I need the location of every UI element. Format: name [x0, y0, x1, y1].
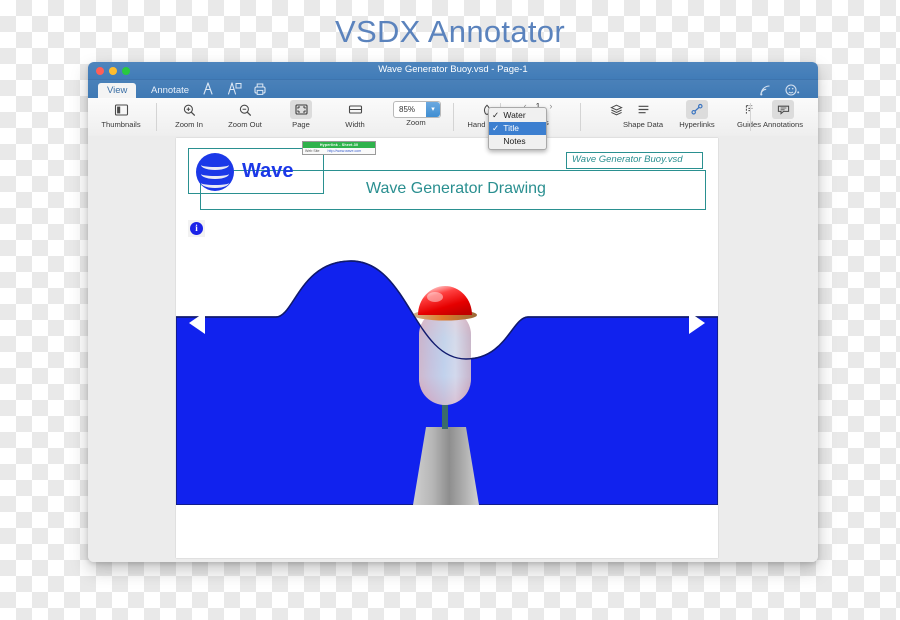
tab-strip: View Annotate: [88, 80, 818, 98]
toolbar-fit-page[interactable]: Page: [274, 100, 328, 129]
window-titlebar: Wave Generator Buoy.vsd - Page-1: [88, 62, 818, 80]
toolbar-zoom-out-label: Zoom Out: [228, 120, 262, 129]
toolbar-zoom-in-label: Zoom In: [175, 120, 203, 129]
screenshot-root: VSDX Annotator Wave Generator Buoy.vsd -…: [0, 0, 900, 620]
print-icon[interactable]: [252, 82, 268, 96]
toolbar-annotations-label: Annotations: [762, 120, 804, 129]
next-arrow-button[interactable]: [689, 312, 705, 334]
annotations-icon: [772, 100, 794, 119]
emoji-icon[interactable]: [784, 83, 800, 97]
export-pdf-annotations-icon[interactable]: [226, 82, 242, 96]
main-toolbar: Thumbnails Zoom In Zoom Out Page Width 8…: [88, 98, 818, 138]
layers-dropdown-menu[interactable]: ✓ Water ✓ Title Notes: [488, 107, 547, 150]
hyperlink-tooltip-body: Web Site http://www.wave.com: [303, 148, 375, 154]
toolbar-separator: [750, 103, 751, 131]
document-page[interactable]: Wave Wave Generator Drawing Wave Generat…: [176, 138, 718, 558]
toolbar-hyperlinks[interactable]: Hyperlinks: [670, 100, 724, 129]
zoom-input[interactable]: 85% ▾: [393, 101, 441, 118]
application-window: Wave Generator Buoy.vsd - Page-1 View An…: [88, 62, 818, 562]
toolbar-zoom-in[interactable]: Zoom In: [162, 100, 216, 129]
zoom-in-icon: [162, 100, 216, 119]
buoy-dome-highlight: [427, 292, 443, 302]
toolbar-zoom-group: Zoom: [389, 117, 443, 127]
menu-item-water[interactable]: ✓ Water: [489, 109, 546, 122]
menu-item-title[interactable]: ✓ Title: [489, 122, 546, 135]
drawing-title: Wave Generator Drawing: [366, 180, 546, 197]
toolbar-fit-width-label: Width: [345, 120, 365, 129]
menu-item-notes[interactable]: Notes: [489, 135, 546, 148]
logo-wave-line: [201, 178, 229, 188]
toolbar-separator: [453, 103, 454, 131]
info-icon[interactable]: i: [188, 220, 205, 237]
toolbar-shape-data[interactable]: Shape Data: [616, 100, 670, 129]
toolbar-annotations[interactable]: Annotations: [756, 100, 810, 129]
check-icon: ✓: [492, 123, 500, 133]
info-glyph: i: [190, 222, 203, 235]
hyperlink-tooltip-url: http://www.wave.com: [327, 149, 362, 153]
menu-item-notes-label: Notes: [503, 136, 526, 146]
tab-view[interactable]: View: [98, 83, 137, 98]
export-pdf-icon[interactable]: [200, 82, 216, 96]
file-name-label: Wave Generator Buoy.vsd: [572, 154, 683, 165]
shape-data-icon: [616, 100, 670, 119]
share-icon[interactable]: [758, 83, 774, 97]
buoy-stem: [442, 402, 448, 429]
wave-logo-icon: [196, 153, 234, 191]
fit-width-icon: [328, 100, 382, 119]
tab-annotate[interactable]: Annotate: [142, 83, 198, 98]
wave-generator-drawing: [176, 260, 718, 505]
toolbar-zoom-out[interactable]: Zoom Out: [218, 100, 272, 129]
toolbar-separator: [580, 103, 581, 131]
thumbnails-icon: [94, 100, 148, 119]
toolbar-fit-page-label: Page: [292, 120, 310, 129]
window-title: Wave Generator Buoy.vsd - Page-1: [378, 64, 528, 75]
logo-text: Wave: [242, 160, 294, 182]
zoom-stepper[interactable]: ▾: [426, 102, 440, 117]
hyperlinks-icon: [686, 100, 708, 119]
prev-arrow-button[interactable]: [189, 312, 205, 334]
next-page-button[interactable]: ›: [549, 101, 552, 111]
menu-item-water-label: Water: [503, 110, 526, 120]
menu-item-title-label: Title: [503, 123, 519, 133]
zoom-value: 85%: [399, 105, 416, 114]
document-area[interactable]: Wave Wave Generator Drawing Wave Generat…: [88, 136, 818, 562]
toolbar-separator: [156, 103, 157, 131]
fit-page-icon: [290, 100, 312, 119]
page-title: VSDX Annotator: [335, 14, 565, 49]
buoy-body-shading: [419, 309, 471, 405]
toolbar-hyperlinks-label: Hyperlinks: [679, 120, 715, 129]
toolbar-thumbnails[interactable]: Thumbnails: [94, 100, 148, 129]
hyperlink-tooltip: Hyperlink - Sheet.30 Web Site http://www…: [302, 141, 376, 155]
buoy-dome: [418, 286, 472, 315]
hyperlink-tooltip-field: Web Site: [305, 149, 320, 153]
toolbar-zoom-label: Zoom: [406, 118, 426, 127]
toolbar-shape-data-label: Shape Data: [622, 120, 664, 129]
toolbar-fit-width[interactable]: Width: [328, 100, 382, 129]
toolbar-thumbnails-label: Thumbnails: [101, 120, 141, 129]
check-icon: ✓: [492, 110, 500, 120]
zoom-out-icon: [218, 100, 272, 119]
